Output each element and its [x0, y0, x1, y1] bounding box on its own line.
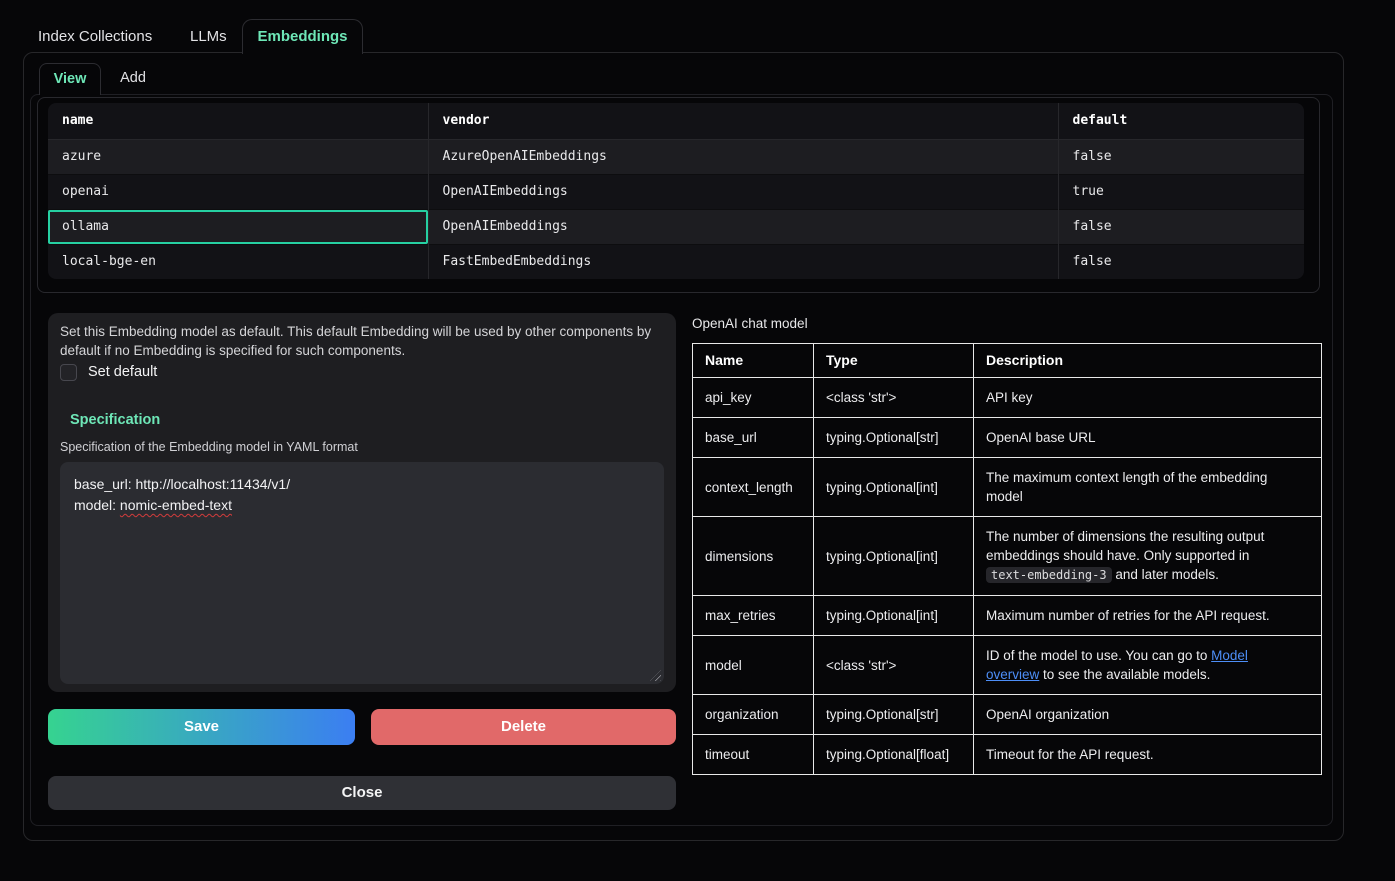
doc-cell-type: typing.Optional[int] [814, 458, 974, 517]
cell-name[interactable]: openai [48, 174, 428, 209]
doc-cell-description: The number of dimensions the resulting o… [974, 517, 1322, 596]
doc-column-header-type: Type [814, 344, 974, 378]
cell-vendor[interactable]: OpenAIEmbeddings [428, 174, 1058, 209]
cell-default[interactable]: false [1058, 244, 1304, 279]
doc-cell-name: base_url [693, 418, 814, 458]
doc-cell-name: dimensions [693, 517, 814, 596]
cell-name[interactable]: ollama [48, 209, 428, 244]
inline-code: text-embedding-3 [986, 567, 1112, 583]
doc-row: model<class 'str'>ID of the model to use… [693, 636, 1322, 695]
set-default-checkbox[interactable] [60, 364, 77, 381]
table-row: local-bge-enFastEmbedEmbeddingsfalse [48, 244, 1304, 279]
doc-table-title: OpenAI chat model [692, 316, 808, 331]
doc-row: dimensionstyping.Optional[int]The number… [693, 517, 1322, 596]
cell-vendor[interactable]: OpenAIEmbeddings [428, 209, 1058, 244]
doc-row: base_urltyping.Optional[str]OpenAI base … [693, 418, 1322, 458]
column-header-vendor[interactable]: vendor [428, 103, 1058, 139]
resize-handle-icon[interactable] [650, 670, 661, 681]
specification-help-text: Specification of the Embedding model in … [60, 440, 358, 454]
misspelled-word: nomic-embed-text [120, 497, 232, 513]
specification-heading: Specification [70, 412, 160, 428]
cell-default[interactable]: false [1058, 139, 1304, 174]
specification-textarea[interactable]: base_url: http://localhost:11434/v1/ mod… [60, 462, 664, 684]
doc-column-header-name: Name [693, 344, 814, 378]
table-row: ollamaOpenAIEmbeddingsfalse [48, 209, 1304, 244]
doc-cell-type: typing.Optional[str] [814, 418, 974, 458]
table-row: azureAzureOpenAIEmbeddingsfalse [48, 139, 1304, 174]
tab-embeddings[interactable]: Embeddings [242, 19, 363, 54]
doc-row: api_key<class 'str'>API key [693, 378, 1322, 418]
tab-add[interactable]: Add [101, 63, 165, 95]
doc-cell-name: timeout [693, 735, 814, 775]
doc-cell-description: OpenAI organization [974, 695, 1322, 735]
set-default-checkbox-row[interactable]: Set default [60, 363, 157, 381]
tab-view[interactable]: View [39, 63, 101, 95]
doc-cell-name: model [693, 636, 814, 695]
column-header-name[interactable]: name [48, 103, 428, 139]
doc-cell-type: typing.Optional[int] [814, 517, 974, 596]
cell-vendor[interactable]: AzureOpenAIEmbeddings [428, 139, 1058, 174]
doc-cell-type: typing.Optional[str] [814, 695, 974, 735]
tab-index-collections[interactable]: Index Collections [38, 28, 152, 45]
doc-cell-description: API key [974, 378, 1322, 418]
embeddings-table: namevendordefault azureAzureOpenAIEmbedd… [48, 103, 1304, 279]
embedding-settings-panel: Set this Embedding model as default. Thi… [48, 313, 676, 692]
doc-row: max_retriestyping.Optional[int]Maximum n… [693, 596, 1322, 636]
tab-llms[interactable]: LLMs [190, 28, 227, 45]
save-button[interactable]: Save [48, 709, 355, 745]
cell-name[interactable]: local-bge-en [48, 244, 428, 279]
cell-vendor[interactable]: FastEmbedEmbeddings [428, 244, 1058, 279]
spec-line-2: model: nomic-embed-text [74, 495, 650, 516]
cell-default[interactable]: true [1058, 174, 1304, 209]
delete-button[interactable]: Delete [371, 709, 676, 745]
table-row: openaiOpenAIEmbeddingstrue [48, 174, 1304, 209]
doc-row: organizationtyping.Optional[str]OpenAI o… [693, 695, 1322, 735]
doc-cell-description: Maximum number of retries for the API re… [974, 596, 1322, 636]
set-default-help-text: Set this Embedding model as default. Thi… [60, 322, 664, 360]
doc-cell-description: The maximum context length of the embedd… [974, 458, 1322, 517]
doc-cell-type: typing.Optional[int] [814, 596, 974, 636]
set-default-label: Set default [88, 364, 157, 380]
doc-table: NameTypeDescription api_key<class 'str'>… [692, 343, 1321, 775]
doc-cell-type: <class 'str'> [814, 636, 974, 695]
cell-default[interactable]: false [1058, 209, 1304, 244]
doc-row: context_lengthtyping.Optional[int]The ma… [693, 458, 1322, 517]
app-window: Index Collections LLMs Embeddings View A… [0, 0, 1395, 881]
doc-column-header-description: Description [974, 344, 1322, 378]
doc-cell-name: api_key [693, 378, 814, 418]
spec-line-1: base_url: http://localhost:11434/v1/ [74, 474, 650, 495]
doc-table-header-row: NameTypeDescription [693, 344, 1322, 378]
doc-cell-description: ID of the model to use. You can go to Mo… [974, 636, 1322, 695]
model-overview-link[interactable]: Model overview [986, 648, 1248, 682]
doc-cell-description: Timeout for the API request. [974, 735, 1322, 775]
doc-cell-type: typing.Optional[float] [814, 735, 974, 775]
doc-cell-name: max_retries [693, 596, 814, 636]
doc-cell-type: <class 'str'> [814, 378, 974, 418]
cell-name[interactable]: azure [48, 139, 428, 174]
doc-row: timeouttyping.Optional[float]Timeout for… [693, 735, 1322, 775]
column-header-default[interactable]: default [1058, 103, 1304, 139]
doc-cell-name: context_length [693, 458, 814, 517]
doc-cell-name: organization [693, 695, 814, 735]
doc-cell-description: OpenAI base URL [974, 418, 1322, 458]
close-button[interactable]: Close [48, 776, 676, 810]
embeddings-table-header-row: namevendordefault [48, 103, 1304, 139]
